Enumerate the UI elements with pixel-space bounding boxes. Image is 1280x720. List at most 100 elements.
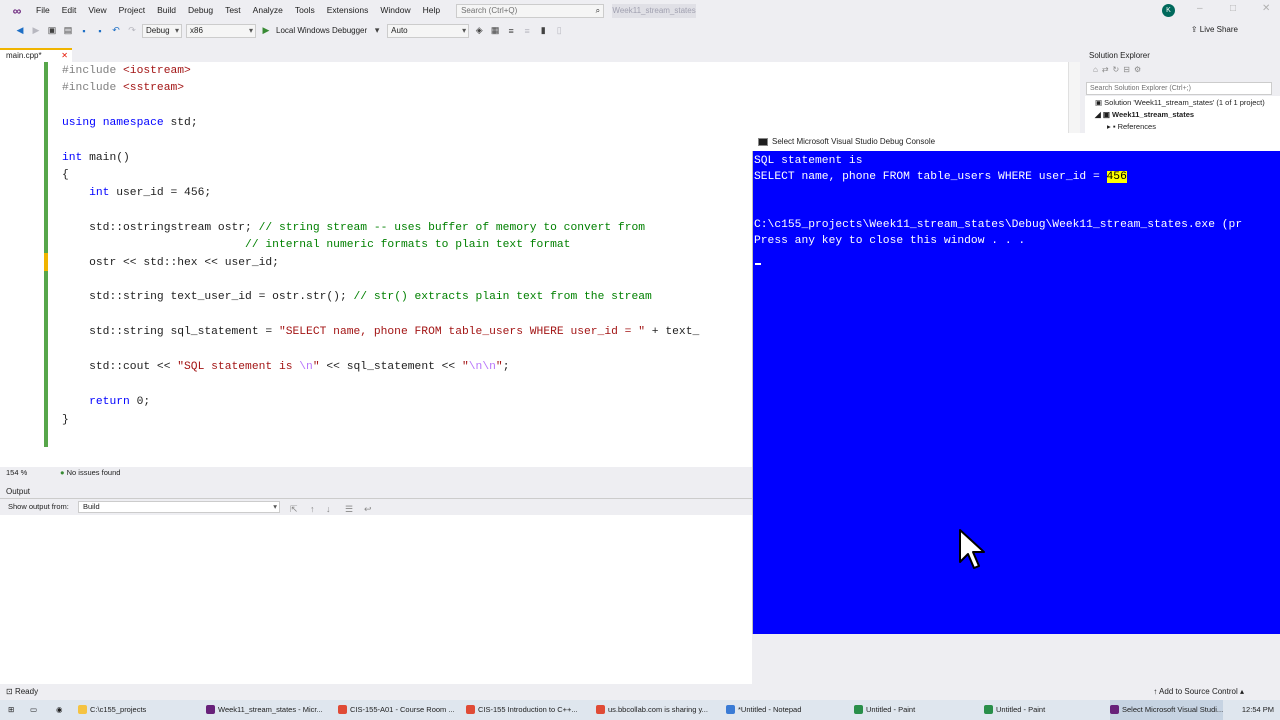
taskbar-item-label: Week11_stream_states - Micr... (218, 705, 323, 714)
taskbar-item[interactable]: Select Microsoft Visual Studi... (1110, 700, 1224, 720)
task-view-icon[interactable]: ▭ (30, 700, 37, 720)
code-line[interactable]: using namespace std; (62, 116, 198, 131)
code-token: <sstream> (123, 82, 185, 94)
ready-text: Ready (14, 687, 39, 696)
code-line[interactable]: std::ostringstream ostr; // string strea… (62, 221, 645, 236)
home-icon[interactable]: ⌂ (1093, 65, 1102, 74)
code-token: + text_ (645, 326, 700, 338)
menu-build[interactable]: Build (151, 0, 182, 21)
code-line[interactable]: std::string sql_statement = "SELECT name… (62, 325, 699, 340)
forward-icon[interactable]: ▶ (30, 25, 42, 36)
bookmark-nav-icon[interactable]: ▯ (553, 25, 565, 36)
code-line[interactable]: #include <iostream> (62, 64, 191, 79)
close-tab-icon[interactable]: ✕ (61, 50, 68, 61)
debugger-button[interactable]: Local Windows Debugger (276, 26, 367, 35)
save-icon[interactable]: ▪ (78, 26, 90, 36)
hot-reload-icon[interactable]: ◈ (473, 25, 485, 36)
tab-main-cpp[interactable]: main.cpp* ✕ (0, 48, 72, 62)
live-share-button[interactable]: ⇪ Live Share (1191, 25, 1238, 34)
code-line[interactable]: // internal numeric formats to plain tex… (62, 238, 570, 253)
new-project-icon[interactable]: ▣ (46, 25, 58, 36)
taskbar-item[interactable]: Week11_stream_states - Micr... (206, 700, 323, 720)
taskbar-item[interactable]: CIS-155-A01 - Course Room ... (338, 700, 455, 720)
menu-file[interactable]: File (30, 0, 56, 21)
taskbar-item[interactable]: C:\c155_projects (78, 700, 146, 720)
code-token: "SELECT name, phone FROM table_users WHE… (278, 326, 646, 338)
mode-select[interactable]: Auto (387, 23, 470, 38)
properties-icon[interactable]: ⚙ (1134, 65, 1145, 74)
back-icon[interactable]: ◀ (14, 25, 26, 36)
taskbar-item-label: C:\c155_projects (90, 705, 147, 714)
chrome-icon[interactable]: ◉ (56, 700, 63, 720)
code-token: << sql_statement << (319, 361, 462, 373)
minimize-icon[interactable]: – (1197, 3, 1203, 14)
code-line[interactable]: } (62, 413, 69, 428)
undo-icon[interactable]: ↶ (110, 25, 122, 36)
code-line[interactable]: int user_id = 456; (62, 186, 211, 201)
taskbar-clock[interactable]: 12:54 PM (1242, 700, 1274, 720)
save-all-icon[interactable]: ▪ (94, 26, 106, 36)
menu-debug[interactable]: Debug (182, 0, 219, 21)
start-debugging-icon[interactable]: ▶ (260, 25, 272, 36)
code-token: { (62, 169, 69, 181)
zoom-level[interactable]: 154 % (6, 467, 27, 479)
bookmark-icon[interactable]: ▮ (537, 25, 549, 36)
project-label: Week11_stream_states (1112, 110, 1195, 119)
taskbar-item[interactable]: Untitled - Paint (984, 700, 1045, 720)
comment-icon[interactable]: ≡ (505, 26, 517, 36)
code-line[interactable]: int main() (62, 151, 130, 166)
menu-view[interactable]: View (82, 0, 112, 21)
menu-extensions[interactable]: Extensions (321, 0, 375, 21)
menu-tools[interactable]: Tools (289, 0, 321, 21)
menu-window[interactable]: Window (374, 0, 416, 21)
code-line[interactable]: ostr << std::hex << user_id; (62, 256, 279, 271)
tree-references-node[interactable]: ▸ ▪ References (1107, 121, 1156, 133)
collapse-icon[interactable]: ⊟ (1123, 65, 1134, 74)
issues-indicator[interactable]: ● No issues found (60, 467, 120, 479)
start-icon[interactable]: ⊞ (8, 700, 14, 720)
code-line[interactable]: #include <sstream> (62, 81, 184, 96)
taskbar-item-label: CIS-155-A01 - Course Room ... (350, 705, 455, 714)
menu-help[interactable]: Help (417, 0, 446, 21)
code-token: // str() extracts plain text from the st… (353, 291, 652, 303)
menu-test[interactable]: Test (219, 0, 247, 21)
sync-icon[interactable]: ⇄ (1102, 65, 1113, 74)
solution-explorer-header: Solution Explorer (1085, 49, 1280, 63)
solution-search-input[interactable]: Search Solution Explorer (Ctrl+;) (1086, 82, 1272, 95)
browse-icon[interactable]: ▦ (489, 25, 501, 36)
avatar[interactable]: K (1162, 4, 1175, 17)
code-line[interactable]: { (62, 168, 69, 183)
debugger-dropdown-icon[interactable]: ▾ (371, 25, 383, 36)
maximize-icon[interactable]: □ (1230, 3, 1236, 14)
output-source-select[interactable]: Build (78, 501, 280, 513)
debug-console-window[interactable] (752, 133, 1280, 634)
menu-analyze[interactable]: Analyze (247, 0, 289, 21)
menu-edit[interactable]: Edit (56, 0, 83, 21)
search-input[interactable]: Search (Ctrl+Q) ⌕ (456, 3, 605, 18)
uncomment-icon[interactable]: ≡ (521, 26, 533, 36)
tree-project-node[interactable]: ◢ ▣ Week11_stream_states (1095, 109, 1194, 121)
code-token: std; (163, 117, 198, 129)
code-line[interactable]: return 0; (62, 395, 150, 410)
taskbar-item[interactable]: us.bbcollab.com is sharing y... (596, 700, 708, 720)
config-select[interactable]: Debug (142, 23, 182, 38)
close-icon[interactable]: ✕ (1262, 3, 1270, 14)
code-line[interactable]: std::string text_user_id = ostr.str(); /… (62, 290, 652, 305)
redo-icon[interactable]: ↷ (126, 25, 138, 36)
menu-project[interactable]: Project (113, 0, 151, 21)
source-control-button[interactable]: ↑ Add to Source Control ▴ (1153, 684, 1244, 699)
open-icon[interactable]: ▤ (62, 25, 74, 36)
console-line-2: SELECT name, phone FROM table_users WHER… (754, 169, 1127, 185)
taskbar-item[interactable]: *Untitled - Notepad (726, 700, 801, 720)
tree-solution-node[interactable]: ▣ Solution 'Week11_stream_states' (1 of … (1095, 97, 1265, 109)
debug-console-titlebar[interactable]: Select Microsoft Visual Studio Debug Con… (752, 133, 1280, 151)
code-token: // internal numeric formats to plain tex… (245, 239, 571, 251)
taskbar-item[interactable]: Untitled - Paint (854, 700, 915, 720)
refresh-icon[interactable]: ↻ (1113, 65, 1124, 74)
taskbar-item[interactable]: CIS-155 Introduction to C++... (466, 700, 578, 720)
code-line[interactable]: std::cout << "SQL statement is \n" << sq… (62, 360, 509, 375)
output-body[interactable] (0, 515, 752, 685)
platform-select[interactable]: x86 (186, 23, 256, 38)
code-token: ; (502, 361, 510, 373)
